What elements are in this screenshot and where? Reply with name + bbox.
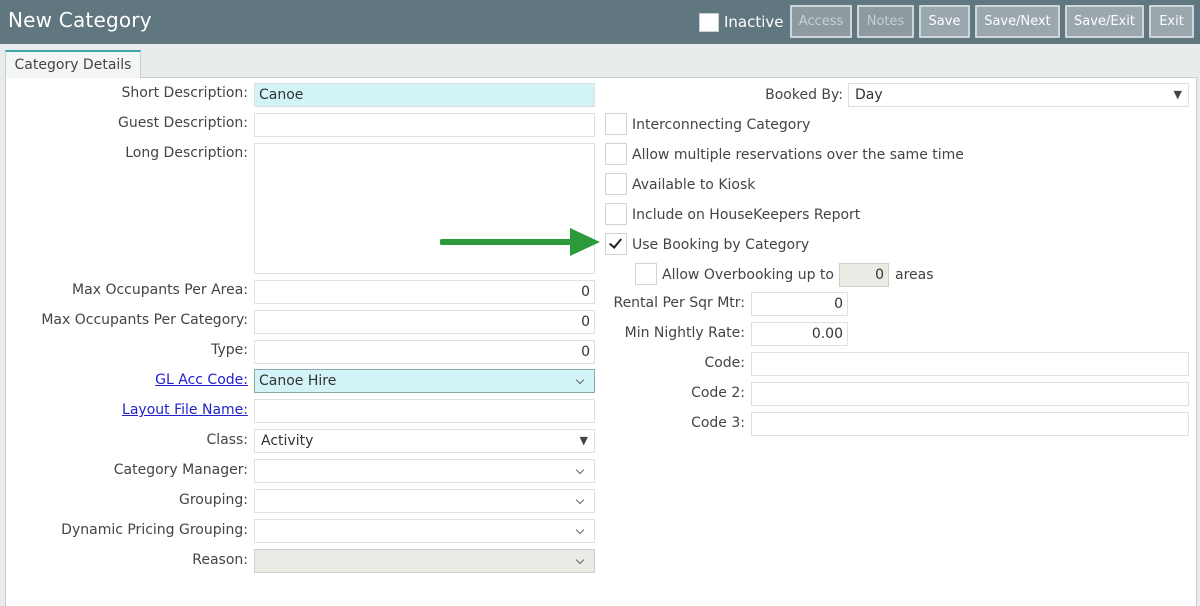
dynamic-pricing-grouping-select[interactable] bbox=[254, 519, 595, 543]
code-2-label: Code 2: bbox=[691, 385, 745, 401]
booked-by-label: Booked By: bbox=[765, 87, 843, 103]
chevron-down-icon bbox=[575, 495, 585, 505]
exit-button[interactable]: Exit bbox=[1149, 5, 1194, 38]
multiple-reservations-checkbox[interactable] bbox=[605, 143, 627, 165]
rental-per-sqr-mtr-input[interactable]: 0 bbox=[751, 292, 848, 316]
tab-category-details[interactable]: Category Details bbox=[5, 50, 141, 78]
layout-file-name-input[interactable] bbox=[254, 399, 595, 423]
header-bar: New Category Inactive Access Notes Save … bbox=[0, 0, 1200, 44]
dropdown-arrow-icon: ▼ bbox=[1173, 88, 1182, 101]
type-label: Type: bbox=[211, 342, 248, 358]
type-input[interactable]: 0 bbox=[254, 340, 595, 364]
code-3-label: Code 3: bbox=[691, 415, 745, 431]
reason-select[interactable] bbox=[254, 549, 595, 573]
save-button[interactable]: Save bbox=[919, 5, 970, 38]
guest-description-label: Guest Description: bbox=[117, 115, 248, 131]
max-occupants-category-input[interactable]: 0 bbox=[254, 310, 595, 334]
interconnecting-checkbox[interactable] bbox=[605, 113, 627, 135]
class-select[interactable]: Activity ▼ bbox=[254, 429, 595, 453]
max-occupants-area-input[interactable]: 0 bbox=[254, 280, 595, 304]
min-nightly-rate-label: Min Nightly Rate: bbox=[624, 325, 745, 341]
max-occupants-area-label: Max Occupants Per Area: bbox=[72, 282, 248, 298]
reason-label: Reason: bbox=[192, 552, 248, 568]
class-label: Class: bbox=[206, 432, 248, 448]
page-title: New Category bbox=[8, 8, 152, 32]
dynamic-pricing-grouping-label: Dynamic Pricing Grouping: bbox=[61, 522, 248, 538]
chevron-down-icon bbox=[575, 465, 585, 475]
inactive-checkbox[interactable] bbox=[699, 13, 719, 32]
green-arrow-icon bbox=[440, 228, 600, 256]
code-input[interactable] bbox=[751, 352, 1189, 376]
class-value: Activity bbox=[261, 433, 314, 449]
overbooking-label: Allow Overbooking up to bbox=[662, 267, 834, 283]
gl-acc-code-link[interactable]: GL Acc Code: bbox=[155, 372, 248, 388]
interconnecting-label: Interconnecting Category bbox=[632, 117, 811, 133]
overbooking-checkbox[interactable] bbox=[635, 263, 657, 285]
chevron-down-icon bbox=[575, 555, 585, 565]
kiosk-label: Available to Kiosk bbox=[632, 177, 756, 193]
kiosk-checkbox[interactable] bbox=[605, 173, 627, 195]
max-occupants-category-label: Max Occupants Per Category: bbox=[41, 312, 248, 328]
chevron-down-icon bbox=[575, 525, 585, 535]
multiple-reservations-label: Allow multiple reservations over the sam… bbox=[632, 147, 964, 163]
inactive-label: Inactive bbox=[724, 13, 784, 31]
gl-acc-code-value: Canoe Hire bbox=[259, 373, 337, 389]
min-nightly-rate-input[interactable]: 0.00 bbox=[751, 322, 848, 346]
gl-acc-code-select[interactable]: Canoe Hire bbox=[254, 369, 595, 393]
long-description-label: Long Description: bbox=[125, 145, 248, 161]
grouping-select[interactable] bbox=[254, 489, 595, 513]
checkmark-icon bbox=[608, 235, 623, 249]
overbooking-input[interactable]: 0 bbox=[839, 263, 889, 287]
booking-by-category-label: Use Booking by Category bbox=[632, 237, 810, 253]
grouping-label: Grouping: bbox=[179, 492, 248, 508]
overbooking-unit: areas bbox=[895, 267, 934, 283]
chevron-down-icon bbox=[575, 375, 585, 385]
save-next-button[interactable]: Save/Next bbox=[975, 5, 1060, 38]
category-manager-label: Category Manager: bbox=[113, 462, 248, 478]
housekeepers-checkbox[interactable] bbox=[605, 203, 627, 225]
code-2-input[interactable] bbox=[751, 382, 1189, 406]
rental-per-sqr-mtr-label: Rental Per Sqr Mtr: bbox=[613, 295, 745, 311]
save-exit-button[interactable]: Save/Exit bbox=[1065, 5, 1144, 38]
booked-by-select[interactable]: Day ▼ bbox=[848, 83, 1189, 107]
layout-file-name-link[interactable]: Layout File Name: bbox=[122, 402, 248, 418]
code-3-input[interactable] bbox=[751, 412, 1189, 436]
notes-button[interactable]: Notes bbox=[857, 5, 914, 38]
access-button[interactable]: Access bbox=[790, 5, 852, 38]
booked-by-value: Day bbox=[855, 87, 883, 103]
short-description-label: Short Description: bbox=[121, 85, 248, 101]
short-description-input[interactable]: Canoe bbox=[254, 83, 595, 107]
category-manager-select[interactable] bbox=[254, 459, 595, 483]
code-label: Code: bbox=[704, 355, 745, 371]
housekeepers-label: Include on HouseKeepers Report bbox=[632, 207, 861, 223]
guest-description-input[interactable] bbox=[254, 113, 595, 137]
booking-by-category-checkbox[interactable] bbox=[605, 233, 627, 255]
dropdown-arrow-icon: ▼ bbox=[579, 434, 588, 447]
